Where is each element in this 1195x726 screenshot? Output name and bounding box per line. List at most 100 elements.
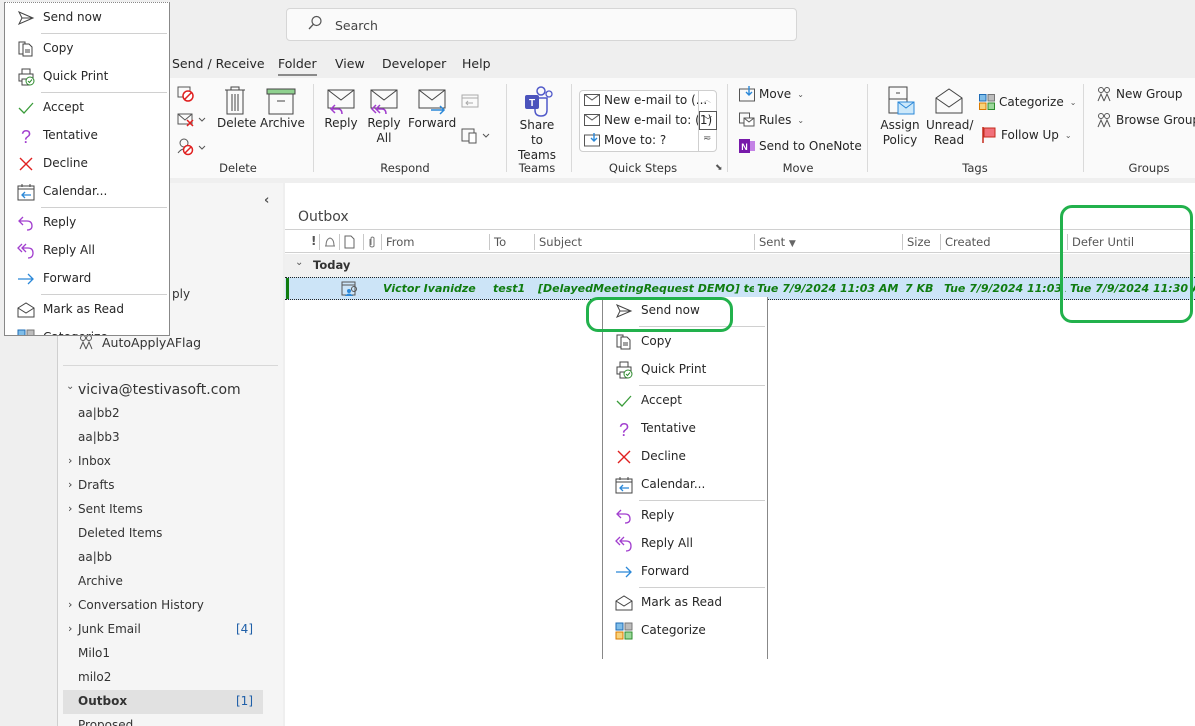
menu-item-copy[interactable]: Copy [603, 328, 767, 356]
quick-step-item[interactable]: New e-mail to: (1) [584, 113, 712, 127]
scroll-down-button[interactable]: ﹀ [699, 111, 717, 130]
tab-send-receive[interactable]: Send / Receive [172, 56, 265, 71]
menu-item-forward[interactable]: Forward [603, 558, 767, 586]
move-button[interactable]: Move ⌄ [739, 86, 804, 102]
chevron-right-icon[interactable]: › [68, 478, 72, 491]
quick-step-item[interactable]: Move to: ? [584, 133, 666, 147]
menu-item-categorize[interactable]: Categorize [603, 617, 767, 645]
size-column[interactable]: Size [902, 234, 940, 250]
subject-column[interactable]: Subject [534, 234, 754, 250]
follow-up-button[interactable]: Follow Up ⌄ [981, 126, 1072, 144]
menu-item-reply[interactable]: Reply [603, 502, 767, 530]
menu-item-mark-as-read[interactable]: Mark as Read [603, 589, 767, 617]
question-icon: ? [17, 127, 35, 145]
folder-item[interactable]: aa|bb2 [78, 406, 120, 420]
assign-policy-button[interactable]: Assign Policy [876, 86, 924, 148]
menu-item-quick-print[interactable]: Quick Print [5, 63, 169, 91]
menu-item-categorize[interactable]: Categorize [5, 324, 169, 335]
collapse-pane-icon[interactable]: ‹ [264, 193, 269, 208]
menu-item-quick-print[interactable]: Quick Print [603, 356, 767, 384]
menu-item-send-now[interactable]: Send now [5, 4, 169, 32]
categorize-button[interactable]: Categorize ⌄ [979, 94, 1076, 110]
folder-item[interactable]: Outbox [78, 694, 127, 708]
new-group-button[interactable]: New Group [1096, 86, 1183, 102]
reply-all-button[interactable]: Reply All [366, 88, 402, 146]
search-box[interactable]: Search [286, 8, 797, 41]
tab-view[interactable]: View [335, 56, 365, 71]
chevron-right-icon[interactable]: › [68, 622, 72, 635]
folder-item[interactable]: Archive [78, 574, 123, 588]
folder-item[interactable]: Milo1 [78, 646, 110, 660]
share-to-teams-button[interactable]: T Share to Teams [513, 86, 561, 163]
forward-button[interactable]: Forward [408, 88, 456, 131]
menu-item-forward[interactable]: Forward [5, 265, 169, 293]
clean-up-icon[interactable] [177, 112, 207, 128]
folder-item[interactable]: Inbox [78, 454, 111, 468]
menu-item-mark-as-read[interactable]: Mark as Read [5, 296, 169, 324]
browse-groups-button[interactable]: Browse Groups [1096, 112, 1195, 128]
tab-help[interactable]: Help [462, 56, 491, 71]
chevron-right-icon[interactable]: › [68, 454, 72, 467]
menu-item-decline[interactable]: Decline [5, 150, 169, 178]
tab-developer[interactable]: Developer [382, 56, 446, 71]
folder-item[interactable]: Proposed [78, 718, 133, 726]
menu-item-calendar[interactable]: Calendar... [5, 178, 169, 206]
folder-item[interactable]: Junk Email [78, 622, 141, 636]
delete-button[interactable]: Delete [217, 86, 256, 131]
group-header-today[interactable]: ⌄ Today [285, 254, 1195, 277]
menu-item-calendar[interactable]: Calendar... [603, 471, 767, 499]
reply-all-icon [369, 88, 399, 116]
menu-item-reply-all[interactable]: Reply All [5, 237, 169, 265]
send-to-onenote-button[interactable]: N Send to OneNote [739, 138, 862, 154]
created-column[interactable]: Created [940, 234, 1067, 250]
scroll-up-icon[interactable]: ︿ [703, 94, 711, 105]
rules-button[interactable]: Rules ⌄ [739, 112, 804, 128]
chevron-down-icon[interactable]: ⌄ [295, 257, 303, 268]
menu-item-copy[interactable]: Copy [5, 35, 169, 63]
importance-column[interactable]: ! [311, 234, 316, 248]
menu-item-accept[interactable]: Accept [603, 387, 767, 415]
folder-item[interactable]: aa|bb [78, 550, 112, 564]
folder-auto-apply[interactable]: AutoApplyAFlag [102, 335, 201, 350]
menu-item-reply[interactable]: Reply [5, 209, 169, 237]
sent-column[interactable]: Sent ▼ [754, 234, 902, 250]
menu-item-tentative[interactable]: ? Tentative [5, 122, 169, 150]
ignore-icon[interactable] [177, 86, 195, 102]
unread-read-button[interactable]: Unread/ Read [926, 86, 973, 148]
from-column[interactable]: From [381, 234, 489, 250]
attachment-column[interactable] [363, 234, 381, 250]
folder-item[interactable]: Deleted Items [78, 526, 162, 540]
group-icon [78, 334, 94, 350]
app-bar [0, 330, 57, 726]
quick-step-item[interactable]: New e-mail to (... [584, 93, 707, 107]
folder-item[interactable]: milo2 [78, 670, 111, 684]
expand-gallery-icon[interactable]: ≂ [703, 133, 711, 144]
meeting-reply-icon[interactable] [461, 92, 479, 108]
im-icon[interactable] [461, 126, 491, 144]
to-column[interactable]: To [489, 234, 534, 250]
reminder-column[interactable] [319, 234, 339, 250]
account-name[interactable]: viciva@testivasoft.com [78, 382, 241, 398]
print-icon [615, 361, 633, 379]
menu-separator [639, 587, 765, 588]
folder-item[interactable]: Conversation History [78, 598, 204, 612]
menu-item-decline[interactable]: Decline [603, 443, 767, 471]
folder-item[interactable]: Drafts [78, 478, 115, 492]
menu-item-tentative[interactable]: ? Tentative [603, 415, 767, 443]
chevron-right-icon[interactable]: › [68, 598, 72, 611]
copy-icon [615, 333, 633, 351]
menu-separator [639, 385, 765, 386]
folder-item[interactable]: aa|bb3 [78, 430, 120, 444]
junk-icon[interactable] [177, 138, 207, 156]
calendar-icon [17, 183, 35, 201]
menu-item-accept[interactable]: Accept [5, 94, 169, 122]
tab-folder[interactable]: Folder [278, 56, 317, 76]
folder-item[interactable]: Sent Items [78, 502, 143, 516]
chevron-down-icon[interactable]: ⌄ [66, 381, 74, 392]
reply-button[interactable]: Reply [323, 88, 359, 131]
archive-button[interactable]: Archive [260, 86, 305, 131]
chevron-right-icon[interactable]: › [68, 502, 72, 515]
dialog-launcher-icon[interactable]: ⬊ [715, 163, 723, 173]
icon-column[interactable] [339, 234, 363, 250]
menu-item-reply-all[interactable]: Reply All [603, 530, 767, 558]
